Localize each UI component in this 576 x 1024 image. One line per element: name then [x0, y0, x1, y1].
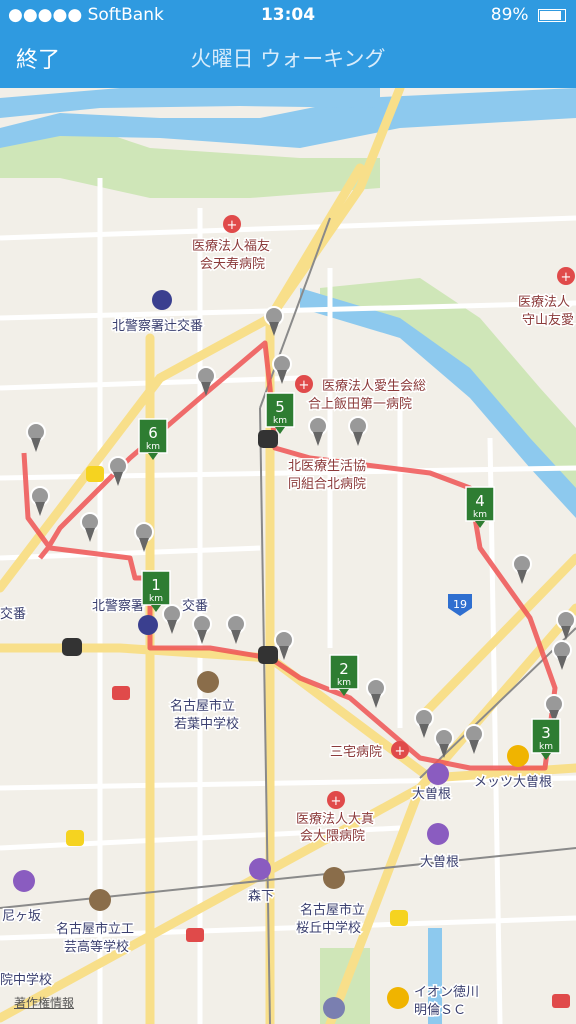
school-icon[interactable] — [89, 889, 111, 911]
gas-station-icon[interactable] — [66, 830, 84, 846]
svg-text:+: + — [227, 218, 238, 233]
map-label-school-wakaba2: 若葉中学校 — [174, 716, 239, 732]
map-label-amagasaka: 尼ヶ坂 — [2, 909, 41, 924]
svg-text:+: + — [395, 744, 406, 759]
gas-station-icon[interactable] — [186, 928, 204, 942]
map-label-hospital-fukuyu: 医療法人福友 — [192, 238, 270, 254]
battery-icon — [538, 8, 566, 22]
svg-text:19: 19 — [453, 598, 467, 611]
map-view[interactable]: 医療法人福友 会天寿病院 医療法人 守山友愛 医療法人愛生会総 合上飯田第一病院… — [0, 88, 576, 1024]
hospital-icon[interactable]: + — [223, 215, 241, 233]
status-bar: ●●●●● SoftBank 13:04 89% — [0, 0, 576, 30]
map-label-police-2b: 交番 — [182, 598, 208, 614]
km-marker-number: 3 — [541, 724, 551, 742]
map-label-ozone2: 大曽根 — [420, 855, 459, 870]
gas-station-icon[interactable] — [86, 466, 104, 482]
svg-text:+: + — [561, 270, 572, 285]
map-label-hospital-aisei: 医療法人愛生会総 — [322, 379, 426, 394]
police-icon[interactable] — [152, 290, 172, 310]
parking-icon[interactable] — [258, 430, 278, 448]
station-icon[interactable] — [427, 823, 449, 845]
km-marker-number: 6 — [148, 424, 158, 442]
map-label-hospital-right2: 守山友愛 — [522, 312, 574, 328]
gas-station-icon[interactable] — [390, 910, 408, 926]
shopping-icon[interactable] — [507, 745, 529, 767]
svg-text:+: + — [331, 794, 342, 809]
station-icon[interactable] — [427, 763, 449, 785]
station-icon[interactable] — [249, 858, 271, 880]
page-title: 火曜日 ウォーキング — [190, 47, 386, 71]
svg-text:+: + — [299, 378, 310, 393]
map-label-hospital-kita2: 同組合北病院 — [288, 477, 366, 492]
map-label-school-wakaba: 名古屋市立 — [170, 698, 235, 714]
map-label-school-sakuragaoka: 名古屋市立 — [300, 902, 365, 918]
map-label-koban-left: 交番 — [0, 606, 26, 622]
km-marker-number: 4 — [475, 492, 485, 510]
school-icon[interactable] — [323, 867, 345, 889]
police-icon[interactable] — [138, 615, 158, 635]
map-label-aeon: イオン徳川 — [414, 985, 479, 1000]
battery-percent: 89% — [490, 5, 529, 25]
km-marker-unit: km — [337, 678, 351, 688]
map-label-hospital-ookuma: 医療法人大真 — [296, 812, 374, 827]
map-label-police-tsuji: 北警察署辻交番 — [112, 318, 203, 334]
map-label-aeon2: 明倫ＳＣ — [414, 1003, 466, 1018]
map-label-police-2: 北警察署 — [92, 598, 144, 614]
km-marker-unit: km — [146, 442, 160, 452]
hospital-icon[interactable]: + — [391, 741, 409, 759]
km-marker-number: 2 — [339, 660, 349, 678]
town-hall-icon[interactable] — [323, 997, 345, 1019]
navigation-bar: 終了 火曜日 ウォーキング — [0, 30, 576, 88]
km-marker-unit: km — [149, 594, 163, 604]
map-label-hospital-kita: 北医療生活協 — [288, 459, 366, 474]
shopping-icon[interactable] — [387, 987, 409, 1009]
map-label-ozone: 大曽根 — [412, 787, 451, 802]
km-marker-unit: km — [473, 510, 487, 520]
km-marker-unit: km — [539, 742, 553, 752]
battery-area: 89% — [491, 5, 566, 25]
school-icon[interactable] — [197, 671, 219, 693]
station-icon[interactable] — [13, 870, 35, 892]
map-label-hospital-ookuma2: 会大隈病院 — [300, 829, 365, 844]
copyright-link[interactable]: 著作権情報 — [14, 994, 74, 1011]
hospital-icon[interactable]: + — [557, 267, 575, 285]
km-marker-number: 5 — [275, 398, 285, 416]
map-label-hospital-fukuyu2: 会天寿病院 — [200, 257, 265, 272]
map-label-school-sakuragaoka2: 桜丘中学校 — [296, 920, 361, 936]
map-label-morishita: 森下 — [248, 889, 274, 904]
gas-station-icon[interactable] — [112, 686, 130, 700]
map-label-hospital-aisei2: 合上飯田第一病院 — [308, 397, 412, 412]
km-marker-number: 1 — [151, 576, 161, 594]
clock: 13:04 — [260, 5, 316, 25]
map-label-school-left: 院中学校 — [0, 972, 52, 988]
map-label-school-koko: 名古屋市立工 — [56, 921, 134, 937]
km-marker-unit: km — [273, 416, 287, 426]
map-label-school-koko2: 芸高等学校 — [64, 939, 129, 955]
hospital-icon[interactable]: + — [327, 791, 345, 809]
gas-station-icon[interactable] — [552, 994, 570, 1008]
map-label-mets: メッツ大曽根 — [474, 775, 552, 790]
hospital-icon[interactable]: + — [295, 375, 313, 393]
parking-icon[interactable] — [258, 646, 278, 664]
map-label-hospital-right: 医療法人 — [518, 295, 570, 310]
parking-icon[interactable] — [62, 638, 82, 656]
map-label-miyake: 三宅病院 — [330, 745, 382, 760]
